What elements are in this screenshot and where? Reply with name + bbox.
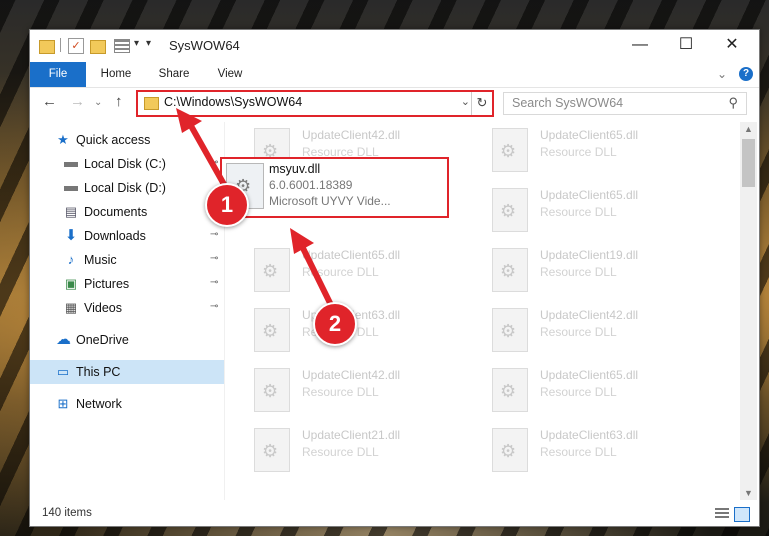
annotation-arrows [176, 108, 333, 306]
callout-step-2: 2 [313, 302, 357, 346]
callout-step-1: 1 [205, 183, 249, 227]
arrow-head-1 [176, 108, 202, 133]
